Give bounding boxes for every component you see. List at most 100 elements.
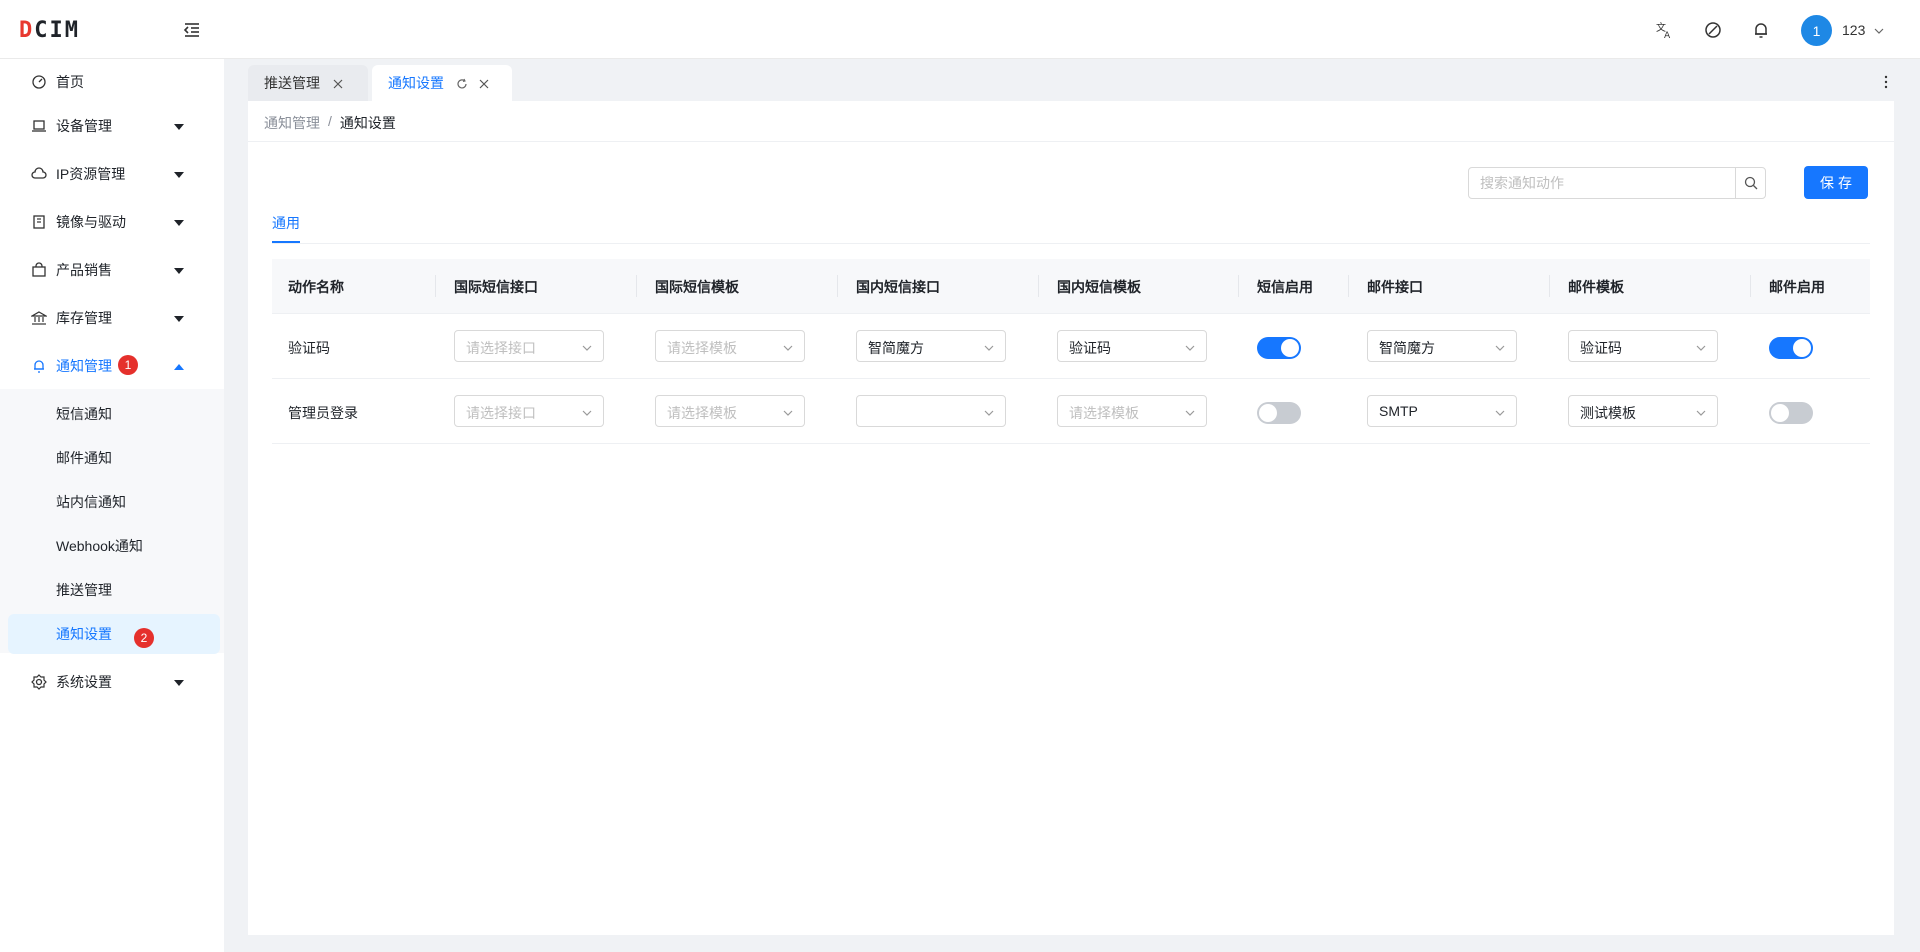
column-header: 国内短信模板 [1057,279,1141,295]
submenu-item-webhook[interactable]: Webhook通知 [0,526,224,566]
close-icon[interactable] [478,77,490,89]
tab-notification-settings[interactable]: 通知设置 [372,65,512,101]
mail-enabled-toggle[interactable] [1769,402,1813,424]
sidebar-item-system-settings[interactable]: 系统设置 [0,662,224,702]
submenu-item-email[interactable]: 邮件通知 [0,438,224,478]
refresh-icon[interactable] [456,77,468,89]
column-header: 国际短信模板 [655,279,739,295]
search-icon[interactable] [1735,168,1765,198]
select-value: 验证码 [1069,340,1111,356]
collapse-sidebar-icon[interactable] [182,20,202,40]
submenu-item-label: 推送管理 [56,582,112,598]
sidebar-item-images-drivers[interactable]: 镜像与驱动 [0,202,224,242]
laptop-icon [31,118,47,134]
sidebar-item-label: 系统设置 [56,674,112,690]
breadcrumb-parent[interactable]: 通知管理 [264,113,320,133]
mail-enabled-toggle[interactable] [1769,337,1813,359]
intl-sms-api-select[interactable]: 请选择接口 [454,330,604,362]
sidebar-item-label: 库存管理 [56,310,112,326]
domestic-sms-api-select[interactable]: 智简魔方 [856,330,1006,362]
column-divider [1238,275,1239,297]
sidebar-item-ip-resources[interactable]: IP资源管理 [0,154,224,194]
column-divider [435,275,436,297]
intl-sms-template-select[interactable]: 请选择模板 [655,395,805,427]
chevron-down-icon [1184,406,1196,418]
domestic-sms-template-select[interactable]: 验证码 [1057,330,1207,362]
intl-sms-api-select[interactable]: 请选择接口 [454,395,604,427]
sidebar-item-notifications[interactable]: 通知管理 1 [0,346,224,386]
column-divider [1038,275,1039,297]
caret-down-icon [173,168,185,180]
sms-enabled-toggle[interactable] [1257,337,1301,359]
sidebar-item-inventory[interactable]: 库存管理 [0,298,224,338]
dashboard-icon [31,74,47,90]
chevron-down-icon [1695,341,1707,353]
column-header: 国际短信接口 [454,279,538,295]
toggle-knob [1793,339,1811,357]
chevron-down-icon [1494,341,1506,353]
column-divider [1549,275,1550,297]
sidebar-item-devices[interactable]: 设备管理 [0,106,224,146]
submenu-item-sms[interactable]: 短信通知 [0,394,224,434]
select-value: 智简魔方 [868,340,924,356]
theme-palette-icon[interactable] [1703,20,1723,40]
table-row: 验证码 请选择接口 请选择模板 智简魔方 验证码 智简魔方 验证码 [272,314,1870,379]
table-header: 动作名称 国际短信接口 国际短信模板 国内短信接口 国内短信模板 短信启用 邮件… [272,259,1870,314]
mail-api-select[interactable]: SMTP [1367,395,1517,427]
sidebar-item-label: 通知管理 [56,358,112,374]
submenu-item-push[interactable]: 推送管理 [0,570,224,610]
username[interactable]: 123 [1842,22,1865,38]
submenu-item-label: 站内信通知 [56,494,126,510]
annotation-badge: 2 [134,628,154,648]
cloud-icon [31,166,47,182]
toggle-knob [1771,404,1789,422]
book-icon [31,214,47,230]
domestic-sms-template-select[interactable]: 请选择模板 [1057,395,1207,427]
logo[interactable]: DCIM [19,17,80,43]
chevron-down-icon[interactable] [1873,24,1885,36]
search-input[interactable] [1469,168,1735,198]
select-value: 请选择模板 [667,340,737,356]
caret-up-icon [173,360,185,372]
mail-template-select[interactable]: 测试模板 [1568,395,1718,427]
submenu-item-inbox[interactable]: 站内信通知 [0,482,224,522]
translate-icon[interactable]: 文A [1654,20,1674,40]
sidebar-item-product-sales[interactable]: 产品销售 [0,250,224,290]
submenu-item-label: 短信通知 [56,406,112,422]
chevron-down-icon [581,406,593,418]
avatar[interactable]: 1 [1801,15,1832,46]
logo-text: DCIM [19,17,80,43]
top-header: DCIM 文A 1 123 [0,0,1920,59]
toggle-knob [1281,339,1299,357]
close-icon[interactable] [332,77,344,89]
sidebar-item-home[interactable]: 首页 [0,62,224,102]
tab-general[interactable]: 通用 [272,213,300,233]
domestic-sms-api-select[interactable] [856,395,1006,427]
column-header: 邮件模板 [1568,279,1624,295]
tab-push-management[interactable]: 推送管理 [248,65,368,101]
sidebar: 首页 设备管理 IP资源管理 镜像与驱动 产品销售 库存管理 通知管理 1 短信… [0,59,224,952]
submenu-item-label: 通知设置 [56,626,112,642]
chevron-down-icon [983,341,995,353]
column-header: 动作名称 [288,279,344,295]
mail-template-select[interactable]: 验证码 [1568,330,1718,362]
column-divider [1750,275,1751,297]
select-value: 请选择模板 [667,405,737,421]
column-divider [636,275,637,297]
toggle-knob [1259,404,1277,422]
column-header: 邮件接口 [1367,279,1423,295]
select-value: 请选择接口 [466,405,536,421]
intl-sms-template-select[interactable]: 请选择模板 [655,330,805,362]
chevron-down-icon [983,406,995,418]
save-button[interactable]: 保存 [1804,166,1868,199]
bell-icon[interactable] [1751,20,1771,40]
more-vertical-icon[interactable] [1880,74,1892,90]
action-name: 管理员登录 [288,405,358,421]
tabs-bar: 推送管理 通知设置 [224,59,1920,101]
mail-api-select[interactable]: 智简魔方 [1367,330,1517,362]
submenu-item-settings[interactable]: 通知设置 2 [8,614,220,654]
select-value: SMTP [1379,403,1418,419]
svg-text:A: A [1664,31,1671,39]
select-value: 测试模板 [1580,405,1636,421]
sms-enabled-toggle[interactable] [1257,402,1301,424]
